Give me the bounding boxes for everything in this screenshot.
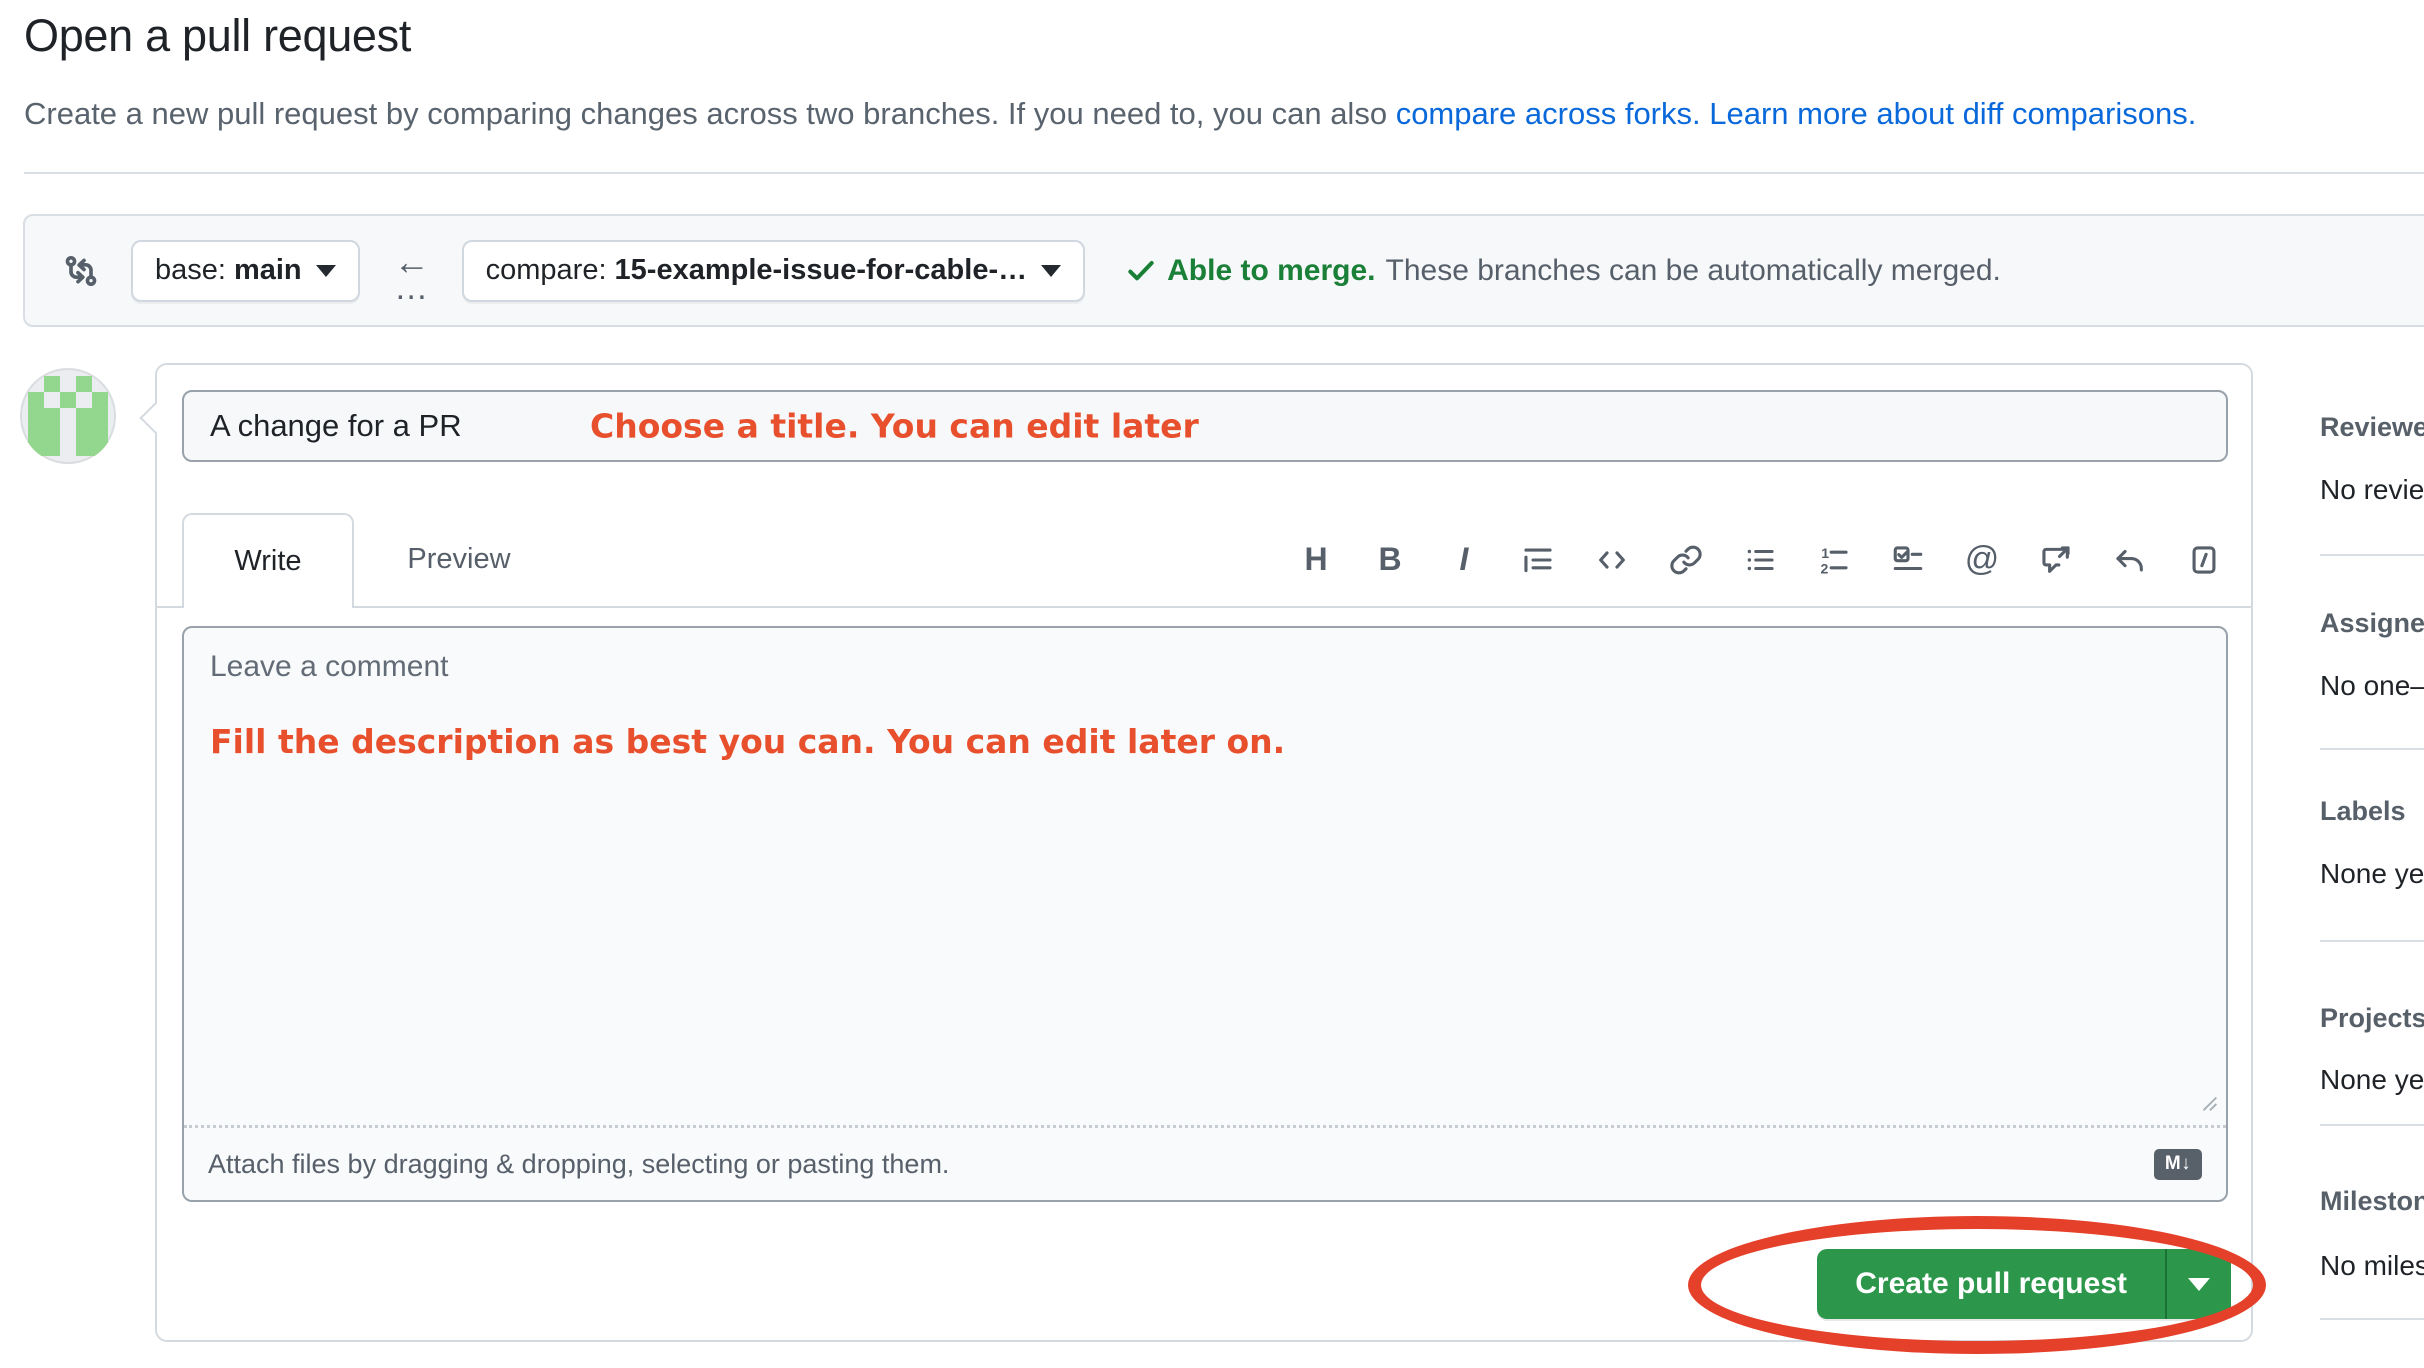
compare-across-forks-link[interactable]: compare across forks. [1396, 96, 1701, 131]
bold-icon[interactable]: B [1371, 541, 1409, 579]
sidebar-divider [2320, 554, 2424, 556]
task-list-icon[interactable] [1889, 541, 1927, 579]
sidebar-value-assignees: No one—assign yourself [2320, 670, 2424, 702]
cross-reference-icon[interactable] [2037, 541, 2075, 579]
sidebar-value-labels: None yet [2320, 858, 2424, 890]
markdown-supported-icon[interactable]: M↓ [2154, 1149, 2202, 1180]
chevron-down-icon [316, 265, 336, 277]
attach-hint-text: Attach files by dragging & dropping, sel… [208, 1149, 949, 1180]
sidebar-section-labels[interactable]: Labels [2320, 796, 2406, 827]
markdown-toolbar: H B I 12 [1297, 513, 2223, 606]
identicon-image [28, 376, 108, 456]
merge-status-text: Able to merge. [1167, 254, 1375, 288]
create-pull-request-split-button: Create pull request [1817, 1249, 2231, 1319]
create-pull-request-button[interactable]: Create pull request [1817, 1249, 2165, 1319]
sidebar-section-projects[interactable]: Projects [2320, 1003, 2424, 1034]
comment-editor: Fill the description as best you can. Yo… [182, 626, 2228, 1202]
reply-icon[interactable] [2111, 541, 2149, 579]
pr-sidebar: Reviewers No reviews Assignees No one—as… [2320, 0, 2424, 1368]
base-branch-dropdown[interactable]: base:main [131, 240, 360, 302]
speech-caret [139, 402, 170, 433]
compare-label: compare: [486, 254, 607, 287]
comment-tabnav: Write Preview H B I 12 [157, 513, 2251, 608]
branch-range-bar: base:main ← … compare:15-example-issue-f… [23, 214, 2424, 327]
base-branch-name: main [234, 254, 302, 287]
learn-more-diff-link[interactable]: Learn more about diff comparisons. [1701, 96, 2197, 131]
page-title: Open a pull request [24, 10, 411, 62]
create-options-dropdown[interactable] [2165, 1249, 2231, 1319]
sidebar-section-milestone[interactable]: Milestone [2320, 1186, 2424, 1217]
chevron-down-icon [2188, 1278, 2210, 1291]
merge-status-detail: These branches can be automatically merg… [1386, 254, 2001, 288]
sidebar-divider [2320, 1318, 2424, 1320]
italic-icon[interactable]: I [1445, 541, 1483, 579]
sidebar-divider [2320, 748, 2424, 750]
compare-branch-dropdown[interactable]: compare:15-example-issue-for-cable-… [462, 240, 1085, 302]
ellipsis-icon: … [394, 279, 429, 297]
bulleted-list-icon[interactable] [1741, 541, 1779, 579]
tab-write[interactable]: Write [182, 513, 354, 608]
sidebar-divider [2320, 940, 2424, 942]
comment-textarea[interactable] [184, 628, 2226, 1123]
attach-files-area[interactable]: Attach files by dragging & dropping, sel… [184, 1128, 2226, 1200]
branch-direction-indicator: ← … [390, 245, 434, 297]
avatar [20, 368, 116, 464]
sidebar-divider [2320, 1124, 2424, 1126]
tab-preview[interactable]: Preview [354, 513, 564, 606]
code-icon[interactable] [1593, 541, 1631, 579]
page-subtitle: Create a new pull request by comparing c… [24, 96, 2196, 132]
slash-commands-icon[interactable] [2185, 541, 2223, 579]
numbered-list-icon[interactable]: 12 [1815, 541, 1853, 579]
git-compare-icon [61, 251, 101, 291]
svg-text:2: 2 [1821, 561, 1829, 577]
link-icon[interactable] [1667, 541, 1705, 579]
pr-form-card: Choose a title. You can edit later Write… [155, 363, 2253, 1342]
pr-title-field-wrap: Choose a title. You can edit later [182, 390, 2228, 462]
base-label: base: [155, 254, 226, 287]
svg-text:1: 1 [1821, 545, 1829, 561]
sidebar-section-reviewers[interactable]: Reviewers [2320, 412, 2424, 443]
quote-icon[interactable] [1519, 541, 1557, 579]
subtitle-text: Create a new pull request by comparing c… [24, 96, 1396, 131]
resize-grip-icon[interactable] [2198, 1092, 2220, 1119]
header-divider [24, 172, 2424, 174]
pr-title-input[interactable] [182, 390, 2228, 462]
mention-icon[interactable]: @ [1963, 541, 2001, 579]
sidebar-section-assignees[interactable]: Assignees [2320, 608, 2424, 639]
chevron-down-icon [1041, 265, 1061, 277]
sidebar-value-projects: None yet [2320, 1064, 2424, 1096]
merge-status: Able to merge. These branches can be aut… [1125, 254, 2001, 288]
sidebar-value-reviewers: No reviews [2320, 474, 2424, 506]
sidebar-value-milestone: No milestone [2320, 1250, 2424, 1282]
open-pull-request-page: Open a pull request Create a new pull re… [0, 0, 2424, 1368]
heading-icon[interactable]: H [1297, 541, 1335, 579]
compare-branch-name: 15-example-issue-for-cable-… [615, 254, 1028, 287]
check-icon [1125, 255, 1157, 287]
